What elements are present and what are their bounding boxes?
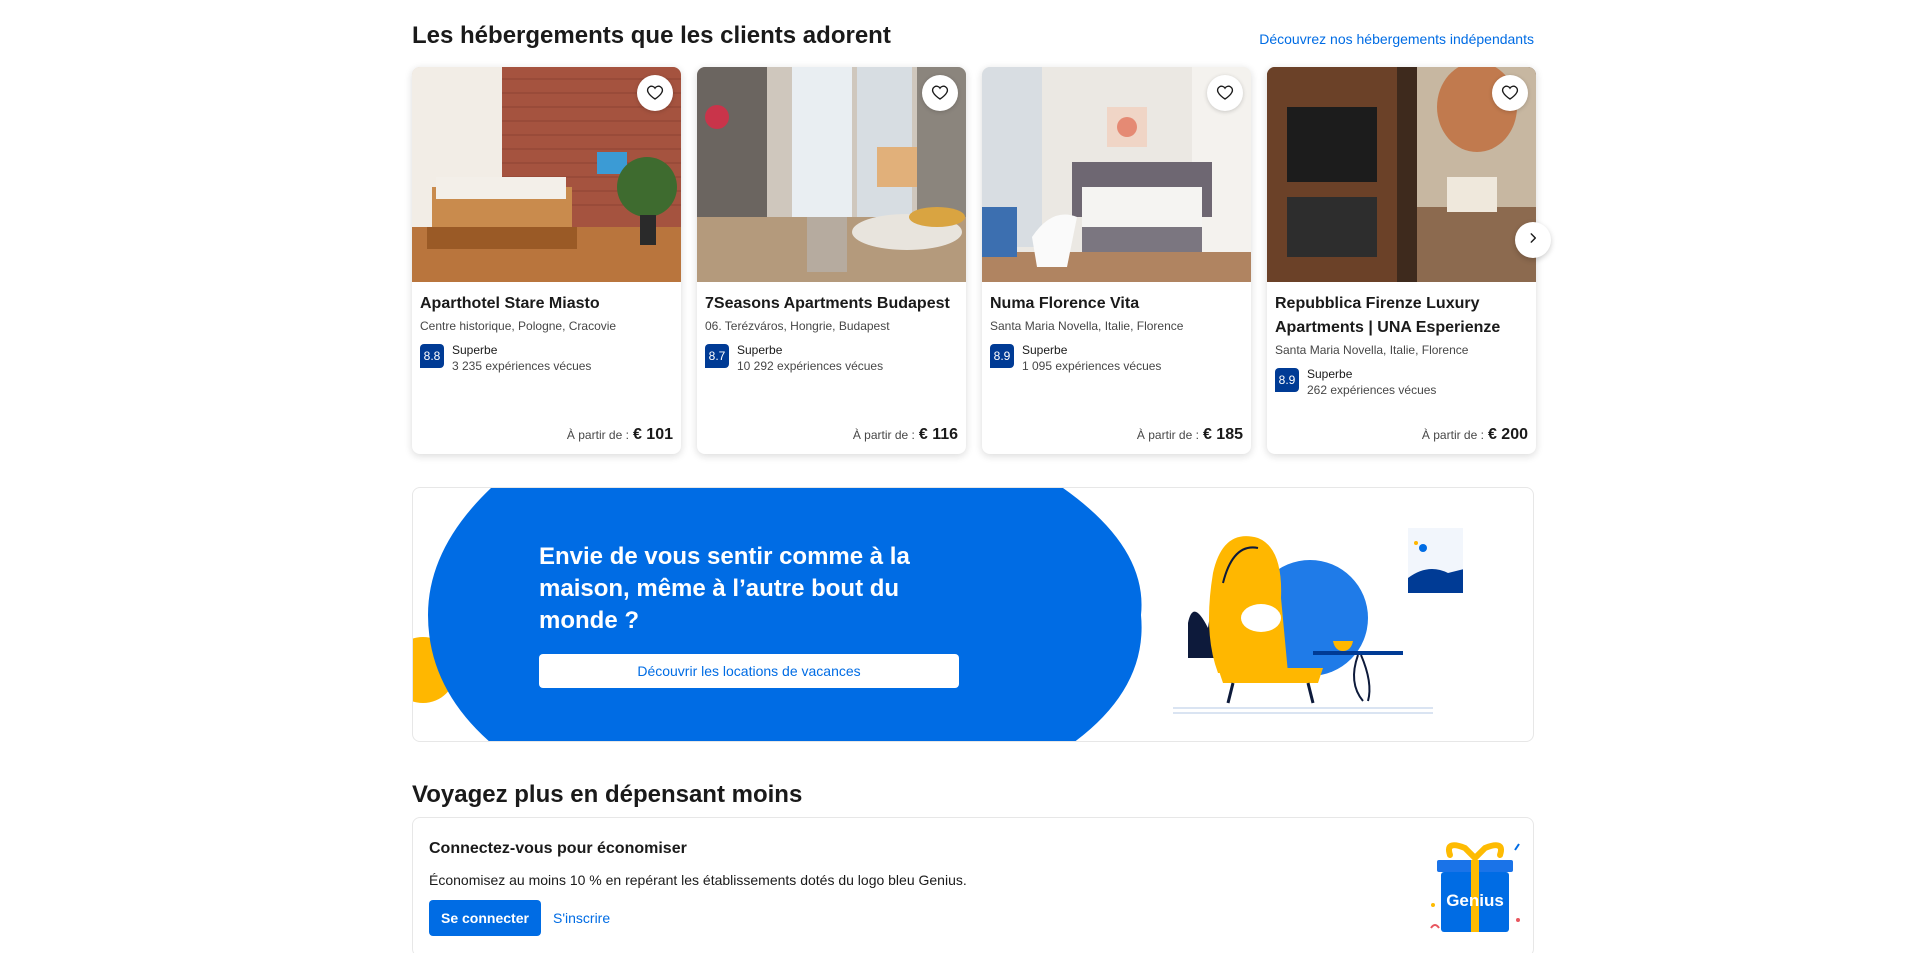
- banner-title: Envie de vous sentir comme à la maison, …: [539, 543, 910, 634]
- genius-box-description: Économisez au moins 10 % en repérant les…: [429, 872, 967, 888]
- rating-text: Superbe 3 235 expériences vécues: [452, 342, 591, 374]
- property-card[interactable]: Aparthotel Stare Miasto Centre historiqu…: [412, 67, 681, 454]
- card-body: Numa Florence Vita Santa Maria Novella, …: [990, 282, 1243, 454]
- heart-icon: [1501, 84, 1519, 102]
- property-photo[interactable]: [982, 67, 1251, 282]
- property-card[interactable]: Repubblica Firenze Luxury Apartments | U…: [1267, 67, 1536, 454]
- card-body: 7Seasons Apartments Budapest 06. Terézvá…: [705, 282, 958, 454]
- login-button[interactable]: Se connecter: [429, 900, 541, 936]
- vacation-rentals-banner: Envie de vous sentir comme à la maison, …: [412, 487, 1534, 742]
- property-name-line: Numa Florence Vita: [990, 295, 1140, 312]
- price-block: À partir de : € 200: [1422, 426, 1528, 444]
- rating-word: Superbe: [452, 343, 498, 357]
- property-name-line: Apartments | UNA Esperienze: [1275, 319, 1501, 336]
- rating-word: Superbe: [737, 343, 783, 357]
- price-value: € 185: [1202, 426, 1243, 443]
- rating-text: Superbe 10 292 expériences vécues: [737, 342, 883, 374]
- score-badge: 8.9: [1275, 368, 1299, 392]
- property-card[interactable]: Numa Florence Vita Santa Maria Novella, …: [982, 67, 1251, 454]
- price-value: € 116: [918, 426, 958, 443]
- review-count: 262 expériences vécues: [1307, 383, 1437, 397]
- chevron-right-icon: [1526, 231, 1540, 250]
- carousel-next-button[interactable]: [1515, 222, 1551, 258]
- property-name[interactable]: Numa Florence Vita: [990, 292, 1243, 316]
- favorite-button[interactable]: [637, 75, 673, 111]
- score-badge: 8.7: [705, 344, 729, 368]
- property-location: Santa Maria Novella, Italie, Florence: [990, 319, 1184, 333]
- rating-block: 8.8 Superbe 3 235 expériences vécues: [420, 342, 673, 374]
- property-photo[interactable]: [1267, 67, 1536, 282]
- independent-stays-link[interactable]: Découvrez nos hébergements indépendants: [1259, 31, 1534, 47]
- price-value: € 200: [1487, 426, 1528, 443]
- heart-icon: [931, 84, 949, 102]
- price-value: € 101: [632, 426, 673, 443]
- review-count: 1 095 expériences vécues: [1022, 359, 1162, 373]
- property-photo[interactable]: [412, 67, 681, 282]
- rating-word: Superbe: [1307, 367, 1353, 381]
- heart-icon: [1216, 84, 1234, 102]
- score-badge: 8.8: [420, 344, 444, 368]
- armchair-illustration: [1173, 528, 1463, 714]
- price-label: À partir de :: [852, 428, 915, 442]
- property-name-line: Repubblica Firenze Luxury: [1275, 295, 1480, 312]
- heart-icon: [646, 84, 664, 102]
- rating-block: 8.9 Superbe 262 expériences vécues: [1275, 366, 1528, 398]
- genius-signin-box: Connectez-vous pour économiser Économise…: [412, 817, 1534, 953]
- property-location: Centre historique, Pologne, Cracovie: [420, 319, 617, 333]
- price-block: À partir de : € 185: [1137, 426, 1243, 444]
- price-label: À partir de :: [1136, 428, 1199, 442]
- property-name-line: Aparthotel Stare Miasto: [420, 295, 600, 312]
- property-name[interactable]: Repubblica Firenze Luxury Apartments | U…: [1275, 292, 1528, 340]
- property-location: Santa Maria Novella, Italie, Florence: [1275, 343, 1469, 357]
- rating-text: Superbe 262 expériences vécues: [1307, 366, 1436, 398]
- signup-link[interactable]: S'inscrire: [553, 910, 610, 926]
- property-location: 06. Terézváros, Hongrie, Budapest: [705, 319, 890, 333]
- rating-text: Superbe 1 095 expériences vécues: [1022, 342, 1161, 374]
- card-body: Aparthotel Stare Miasto Centre historiqu…: [420, 282, 673, 454]
- property-photo[interactable]: [697, 67, 966, 282]
- price-block: À partir de : € 101: [567, 426, 673, 444]
- review-count: 3 235 expériences vécues: [452, 359, 592, 373]
- property-name-line: 7Seasons Apartments Budapest: [705, 295, 950, 312]
- discover-rentals-button[interactable]: Découvrir les locations de vacances: [539, 654, 959, 688]
- rating-word: Superbe: [1022, 343, 1068, 357]
- rating-block: 8.7 Superbe 10 292 expériences vécues: [705, 342, 958, 374]
- genius-box-title: Connectez-vous pour économiser: [429, 840, 687, 857]
- genius-gift-illustration: Genius: [1430, 842, 1520, 932]
- price-label: À partir de :: [1421, 428, 1484, 442]
- favorite-button[interactable]: [1492, 75, 1528, 111]
- review-count: 10 292 expériences vécues: [737, 359, 884, 373]
- rating-block: 8.9 Superbe 1 095 expériences vécues: [990, 342, 1243, 374]
- property-name[interactable]: Aparthotel Stare Miasto: [420, 292, 673, 316]
- score-badge: 8.9: [990, 344, 1014, 368]
- section-title: Voyagez plus en dépensant moins: [412, 781, 803, 808]
- favorite-button[interactable]: [922, 75, 958, 111]
- favorite-button[interactable]: [1207, 75, 1243, 111]
- genius-logo-text: Genius: [1446, 891, 1504, 910]
- property-name[interactable]: 7Seasons Apartments Budapest: [705, 292, 958, 316]
- price-label: À partir de :: [566, 428, 629, 442]
- property-carousel: Aparthotel Stare Miasto Centre historiqu…: [412, 67, 1551, 454]
- price-block: À partir de : € 116: [853, 426, 958, 444]
- section-header: Les hébergements que les clients adorent…: [412, 20, 1534, 52]
- card-body: Repubblica Firenze Luxury Apartments | U…: [1275, 282, 1528, 454]
- property-card[interactable]: 7Seasons Apartments Budapest 06. Terézvá…: [697, 67, 966, 454]
